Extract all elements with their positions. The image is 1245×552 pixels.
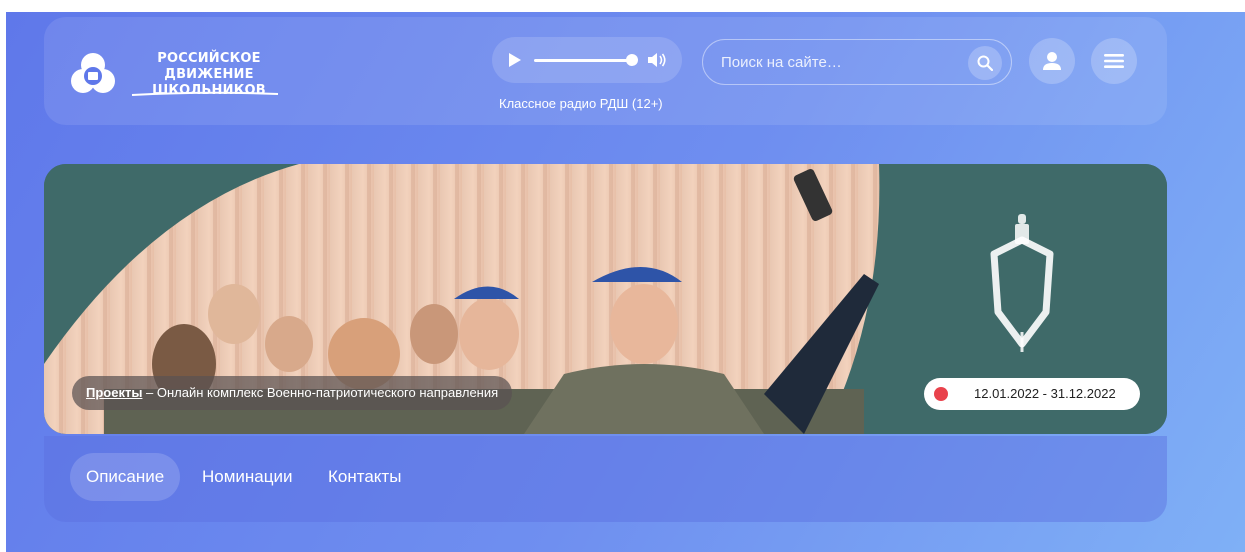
radio-player <box>492 37 682 83</box>
logo-underline <box>131 91 279 96</box>
search-button[interactable] <box>968 46 1002 80</box>
menu-icon <box>1104 54 1124 68</box>
date-range-badge: 12.01.2022 - 31.12.2022 <box>924 378 1140 410</box>
user-button[interactable] <box>1029 38 1075 84</box>
tab-description[interactable]: Описание <box>70 453 181 501</box>
logo-line-1: РОССИЙСКОЕ <box>157 51 261 66</box>
play-icon[interactable] <box>508 52 522 68</box>
date-range-text: 12.01.2022 - 31.12.2022 <box>974 386 1116 401</box>
shield-sword-emblem <box>990 214 1054 352</box>
radio-progress-track[interactable] <box>534 59 632 62</box>
page-background: РОССИЙСКОЕ ДВИЖЕНИЕ ШКОЛЬНИКОВ Классное … <box>6 12 1245 552</box>
menu-button[interactable] <box>1091 38 1137 84</box>
project-banner: Проекты – Онлайн комплекс Военно-патриот… <box>44 164 1167 434</box>
search-box <box>702 39 1012 85</box>
breadcrumb-current: – Онлайн комплекс Военно-патриотического… <box>142 385 499 400</box>
radio-progress-knob[interactable] <box>626 54 638 66</box>
project-tabs: Описание Номинации Контакты <box>44 436 1167 522</box>
status-dot <box>934 387 948 401</box>
search-icon <box>977 55 993 71</box>
logo-icon <box>71 53 115 93</box>
volume-icon[interactable] <box>646 51 666 69</box>
site-header: РОССИЙСКОЕ ДВИЖЕНИЕ ШКОЛЬНИКОВ Классное … <box>44 17 1167 125</box>
breadcrumb-link-projects[interactable]: Проекты <box>86 385 142 400</box>
breadcrumb: Проекты – Онлайн комплекс Военно-патриот… <box>72 376 513 410</box>
tab-nominations[interactable]: Номинации <box>186 453 309 501</box>
radio-label: Классное радио РДШ (12+) <box>499 96 663 111</box>
tab-contacts[interactable]: Контакты <box>312 453 417 501</box>
search-input[interactable] <box>721 40 951 84</box>
user-icon <box>1043 52 1061 70</box>
logo[interactable]: РОССИЙСКОЕ ДВИЖЕНИЕ ШКОЛЬНИКОВ <box>68 45 288 99</box>
